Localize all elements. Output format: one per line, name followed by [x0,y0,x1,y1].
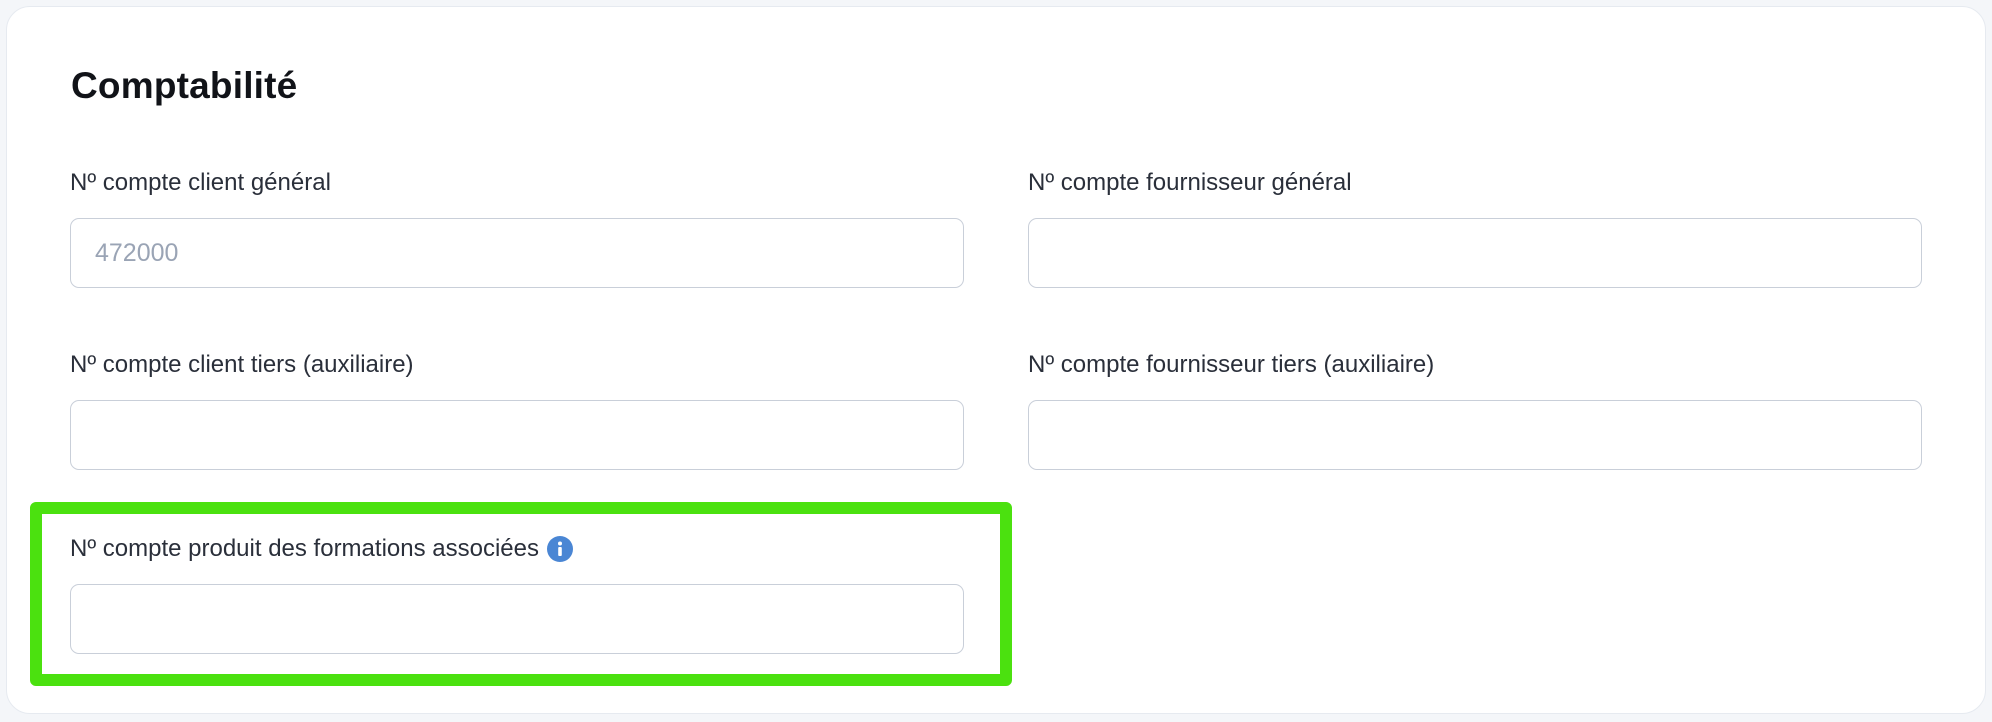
info-icon[interactable] [546,536,573,562]
label-text: Nº compte client général [70,169,331,196]
label-text: Nº compte produit des formations associé… [70,535,539,562]
field-label-client-auxiliary: Nº compte client tiers (auxiliaire) [70,348,964,382]
field-client-general: Nº compte client général [70,166,964,288]
field-label-training-product: Nº compte produit des formations associé… [70,532,964,566]
label-text: Nº compte fournisseur tiers (auxiliaire) [1028,351,1435,378]
supplier-auxiliary-account-input[interactable] [1028,400,1922,470]
training-product-account-input[interactable] [70,584,964,654]
field-supplier-general: Nº compte fournisseur général [1028,166,1922,288]
label-text: Nº compte fournisseur général [1028,169,1352,196]
supplier-general-account-input[interactable] [1028,218,1922,288]
field-label-supplier-general: Nº compte fournisseur général [1028,166,1922,200]
client-general-account-input[interactable] [70,218,964,288]
field-client-auxiliary: Nº compte client tiers (auxiliaire) [70,348,964,470]
field-training-product: Nº compte produit des formations associé… [70,532,964,654]
label-text: Nº compte client tiers (auxiliaire) [70,351,414,378]
field-label-supplier-auxiliary: Nº compte fournisseur tiers (auxiliaire) [1028,348,1922,382]
field-label-client-general: Nº compte client général [70,166,964,200]
field-supplier-auxiliary: Nº compte fournisseur tiers (auxiliaire) [1028,348,1922,470]
client-auxiliary-account-input[interactable] [70,400,964,470]
section-title: Comptabilité [71,65,298,106]
